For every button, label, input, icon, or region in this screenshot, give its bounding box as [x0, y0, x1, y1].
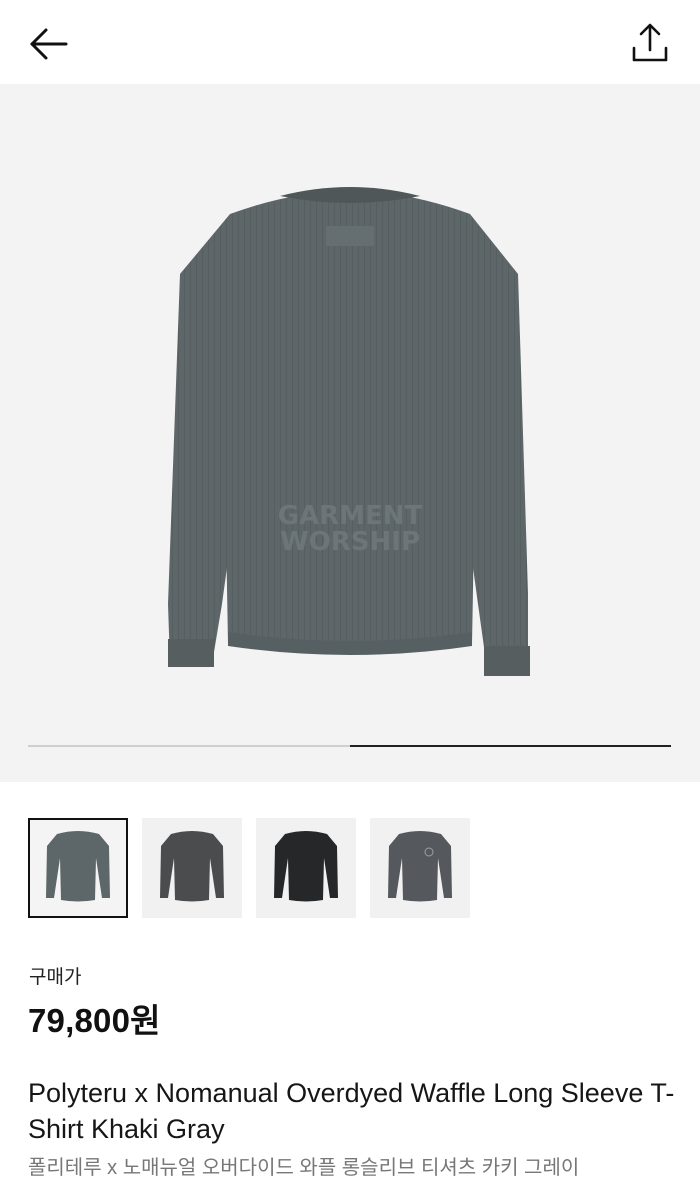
- thumbnail-image: [274, 831, 338, 902]
- thumbnail-list: [28, 818, 488, 920]
- gallery-progress-indicator: [349, 745, 671, 747]
- product-title: Polyteru x Nomanual Overdyed Waffle Long…: [28, 1078, 675, 1144]
- price-label: 구매가: [29, 967, 82, 988]
- thumbnail-gray-shirt-back[interactable]: [28, 818, 128, 918]
- arrow-left-icon: [30, 28, 68, 60]
- thumbnail-black-shirt-front[interactable]: [256, 818, 356, 918]
- thumbnail-image: [388, 831, 452, 902]
- thumbnail-image: [160, 831, 224, 902]
- share-upload-icon: [632, 23, 668, 62]
- svg-text:WORSHIP: WORSHIP: [280, 527, 420, 557]
- gallery-progress-track: [28, 745, 671, 747]
- top-bar: [0, 0, 700, 84]
- share-button[interactable]: [626, 20, 674, 68]
- thumbnail-charcoal-shirt-front[interactable]: [142, 818, 242, 918]
- thumbnail-gray-shirt-front-logo[interactable]: [370, 818, 470, 918]
- product-subtitle: 폴리테루 x 노매뉴얼 오버다이드 와플 롱슬리브 티셔츠 카키 그레이: [28, 1157, 580, 1179]
- product-image-gallery[interactable]: GARMENT WORSHIP: [0, 84, 700, 782]
- thumbnail-image: [46, 831, 110, 902]
- product-main-image: GARMENT WORSHIP: [168, 187, 530, 676]
- back-button[interactable]: [26, 24, 74, 64]
- price-value: 79,800원: [28, 1002, 161, 1039]
